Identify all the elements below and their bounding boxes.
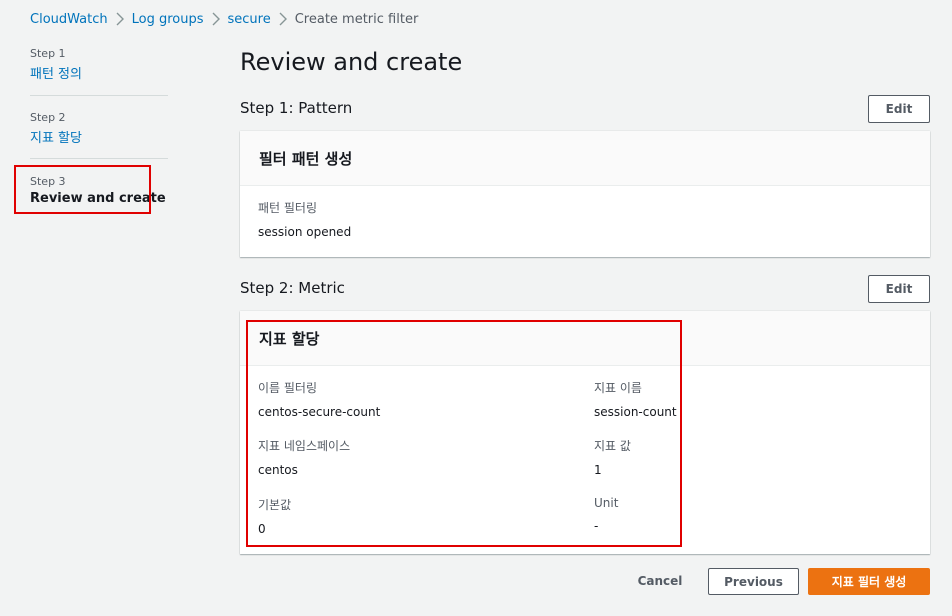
page-title: Review and create — [240, 48, 463, 76]
field-value: centos — [258, 463, 298, 477]
chevron-right-icon — [108, 12, 132, 26]
default-value-field: 기본값 0 — [258, 496, 291, 536]
sidebar-divider — [30, 95, 168, 96]
step-label[interactable]: 패턴 정의 — [30, 63, 168, 82]
unit-field: Unit - — [594, 496, 618, 533]
step1-edit-button[interactable]: Edit — [868, 95, 930, 123]
chevron-right-icon — [271, 12, 295, 26]
field-label: Unit — [594, 496, 619, 510]
chevron-right-icon — [204, 12, 228, 26]
metric-card: 지표 할당 이름 필터링 centos-secure-count 지표 이름 s… — [240, 311, 930, 554]
field-label: 패턴 필터링 — [258, 201, 318, 215]
filter-name-field: 이름 필터링 centos-secure-count — [258, 379, 380, 419]
step-number: Step 2 — [30, 111, 66, 124]
previous-button[interactable]: Previous — [708, 568, 799, 595]
step-label-active: Review and create — [30, 191, 166, 206]
create-metric-filter-button[interactable]: 지표 필터 생성 — [808, 568, 930, 595]
metric-card-title: 지표 할당 — [240, 311, 930, 366]
breadcrumb: CloudWatch Log groups secure Create metr… — [30, 10, 418, 28]
breadcrumb-secure[interactable]: secure — [228, 12, 271, 27]
step-number: Step 1 — [30, 47, 66, 60]
metric-value-field: 지표 값 1 — [594, 437, 631, 477]
field-value: centos-secure-count — [258, 405, 381, 419]
breadcrumb-current: Create metric filter — [294, 11, 419, 27]
step2-edit-button[interactable]: Edit — [868, 275, 930, 303]
step-label[interactable]: 지표 할당 — [30, 127, 168, 146]
breadcrumb-cloudwatch[interactable]: CloudWatch — [30, 12, 108, 27]
field-label: 지표 네임스페이스 — [258, 439, 351, 453]
sidebar-step-2[interactable]: Step 2 지표 할당 — [30, 111, 168, 146]
field-value: session opened — [258, 225, 352, 239]
metric-name-field: 지표 이름 session-count — [594, 379, 677, 419]
breadcrumb-log-groups[interactable]: Log groups — [132, 12, 204, 27]
pattern-field: 패턴 필터링 session opened — [258, 199, 351, 239]
pattern-card-title: 필터 패턴 생성 — [240, 131, 930, 186]
pattern-card: 필터 패턴 생성 패턴 필터링 session opened — [240, 131, 930, 257]
step1-title: Step 1: Pattern — [240, 99, 353, 117]
field-value: session-count — [594, 405, 677, 419]
field-label: 지표 이름 — [594, 381, 642, 395]
sidebar-step-1[interactable]: Step 1 패턴 정의 — [30, 47, 168, 82]
field-label: 기본값 — [258, 498, 292, 512]
field-value: - — [594, 519, 599, 533]
field-value: 1 — [594, 463, 602, 477]
field-label: 이름 필터링 — [258, 381, 318, 395]
step2-title: Step 2: Metric — [240, 279, 345, 297]
sidebar-divider — [30, 158, 168, 159]
field-label: 지표 값 — [594, 439, 631, 453]
field-value: 0 — [258, 522, 266, 536]
step-number: Step 3 — [30, 175, 66, 188]
cancel-button[interactable]: Cancel — [632, 568, 688, 594]
metric-namespace-field: 지표 네임스페이스 centos — [258, 437, 350, 477]
sidebar-step-3: Step 3 Review and create — [30, 175, 168, 206]
